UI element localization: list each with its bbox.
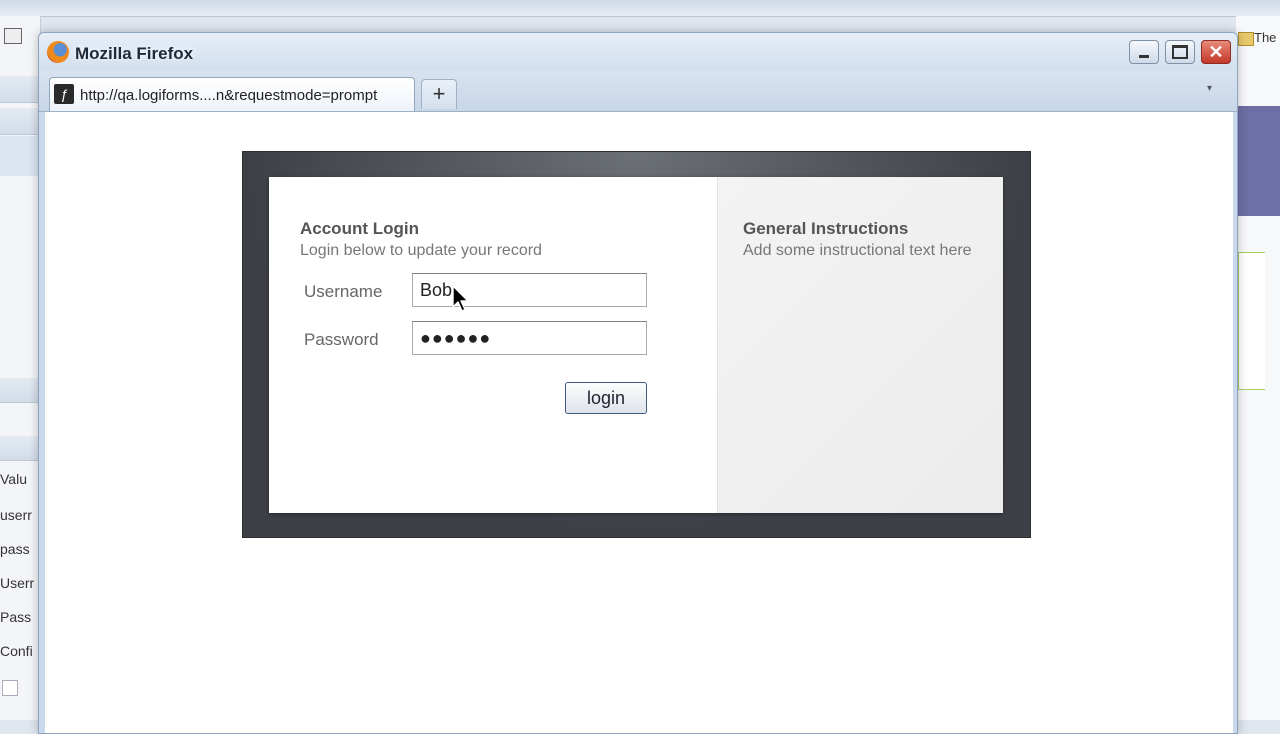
background-band (0, 108, 40, 135)
background-band (0, 436, 40, 461)
background-row-text: Pass (0, 609, 32, 625)
background-app-left-panel: Valu userr pass Userr Pass Confi (0, 16, 41, 720)
password-label: Password (304, 330, 379, 349)
login-heading: Account Login (300, 219, 419, 238)
login-frame: Account Login Login below to update your… (242, 151, 1031, 538)
background-checkbox (2, 680, 18, 696)
login-card: Account Login Login below to update your… (269, 177, 1003, 513)
login-button[interactable]: login (565, 382, 647, 414)
maximize-button[interactable] (1165, 40, 1195, 64)
folder-icon (1238, 32, 1254, 46)
tab-strip: ƒ http://qa.logiforms....n&requestmode=p… (39, 71, 1237, 112)
maximize-icon (1172, 45, 1188, 59)
window-title: Mozilla Firefox (75, 44, 194, 63)
firefox-window: Mozilla Firefox ✕ ƒ http://qa.logiforms.… (38, 32, 1238, 734)
username-label: Username (304, 282, 383, 301)
background-right-label: The (1254, 30, 1277, 45)
firefox-logo-icon (47, 41, 69, 63)
close-icon: ✕ (1208, 41, 1224, 62)
background-app-topbar (0, 0, 1280, 17)
background-row-text: Valu (0, 471, 27, 487)
background-app-icon (4, 28, 22, 44)
login-subtext: Login below to update your record (300, 242, 542, 259)
close-button[interactable]: ✕ (1201, 40, 1231, 64)
window-titlebar[interactable]: Mozilla Firefox ✕ (39, 33, 1237, 71)
background-row-text: Userr (0, 575, 35, 591)
background-row-text: Confi (0, 643, 33, 659)
background-row-text: userr (0, 507, 32, 523)
plus-icon: + (432, 81, 446, 106)
browser-tab[interactable]: ƒ http://qa.logiforms....n&requestmode=p… (49, 77, 415, 111)
mouse-pointer-icon (452, 285, 469, 312)
new-tab-button[interactable]: + (421, 79, 457, 109)
instructions-panel: General Instructions Add some instructio… (717, 177, 1003, 513)
instructions-text: Add some instructional text here (743, 242, 972, 259)
login-form: Account Login Login below to update your… (269, 177, 717, 513)
background-app-right-panel: The (1236, 16, 1280, 720)
tab-url-label: http://qa.logiforms....n&requestmode=pro… (80, 87, 378, 104)
background-band (0, 378, 40, 403)
password-input[interactable] (412, 321, 647, 355)
tab-list-dropdown-icon[interactable]: ▾ (1207, 83, 1212, 94)
page-viewport: Account Login Login below to update your… (45, 112, 1233, 733)
background-row-text: pass (0, 541, 30, 557)
minimize-icon (1139, 54, 1149, 58)
background-green-box (1238, 252, 1265, 390)
background-purple-panel (1236, 106, 1280, 216)
minimize-button[interactable] (1129, 40, 1159, 64)
background-band (0, 76, 40, 103)
page-favicon-icon: ƒ (54, 84, 74, 104)
username-input[interactable] (412, 273, 647, 307)
instructions-heading: General Instructions (743, 219, 909, 238)
background-selected-row (0, 136, 40, 176)
